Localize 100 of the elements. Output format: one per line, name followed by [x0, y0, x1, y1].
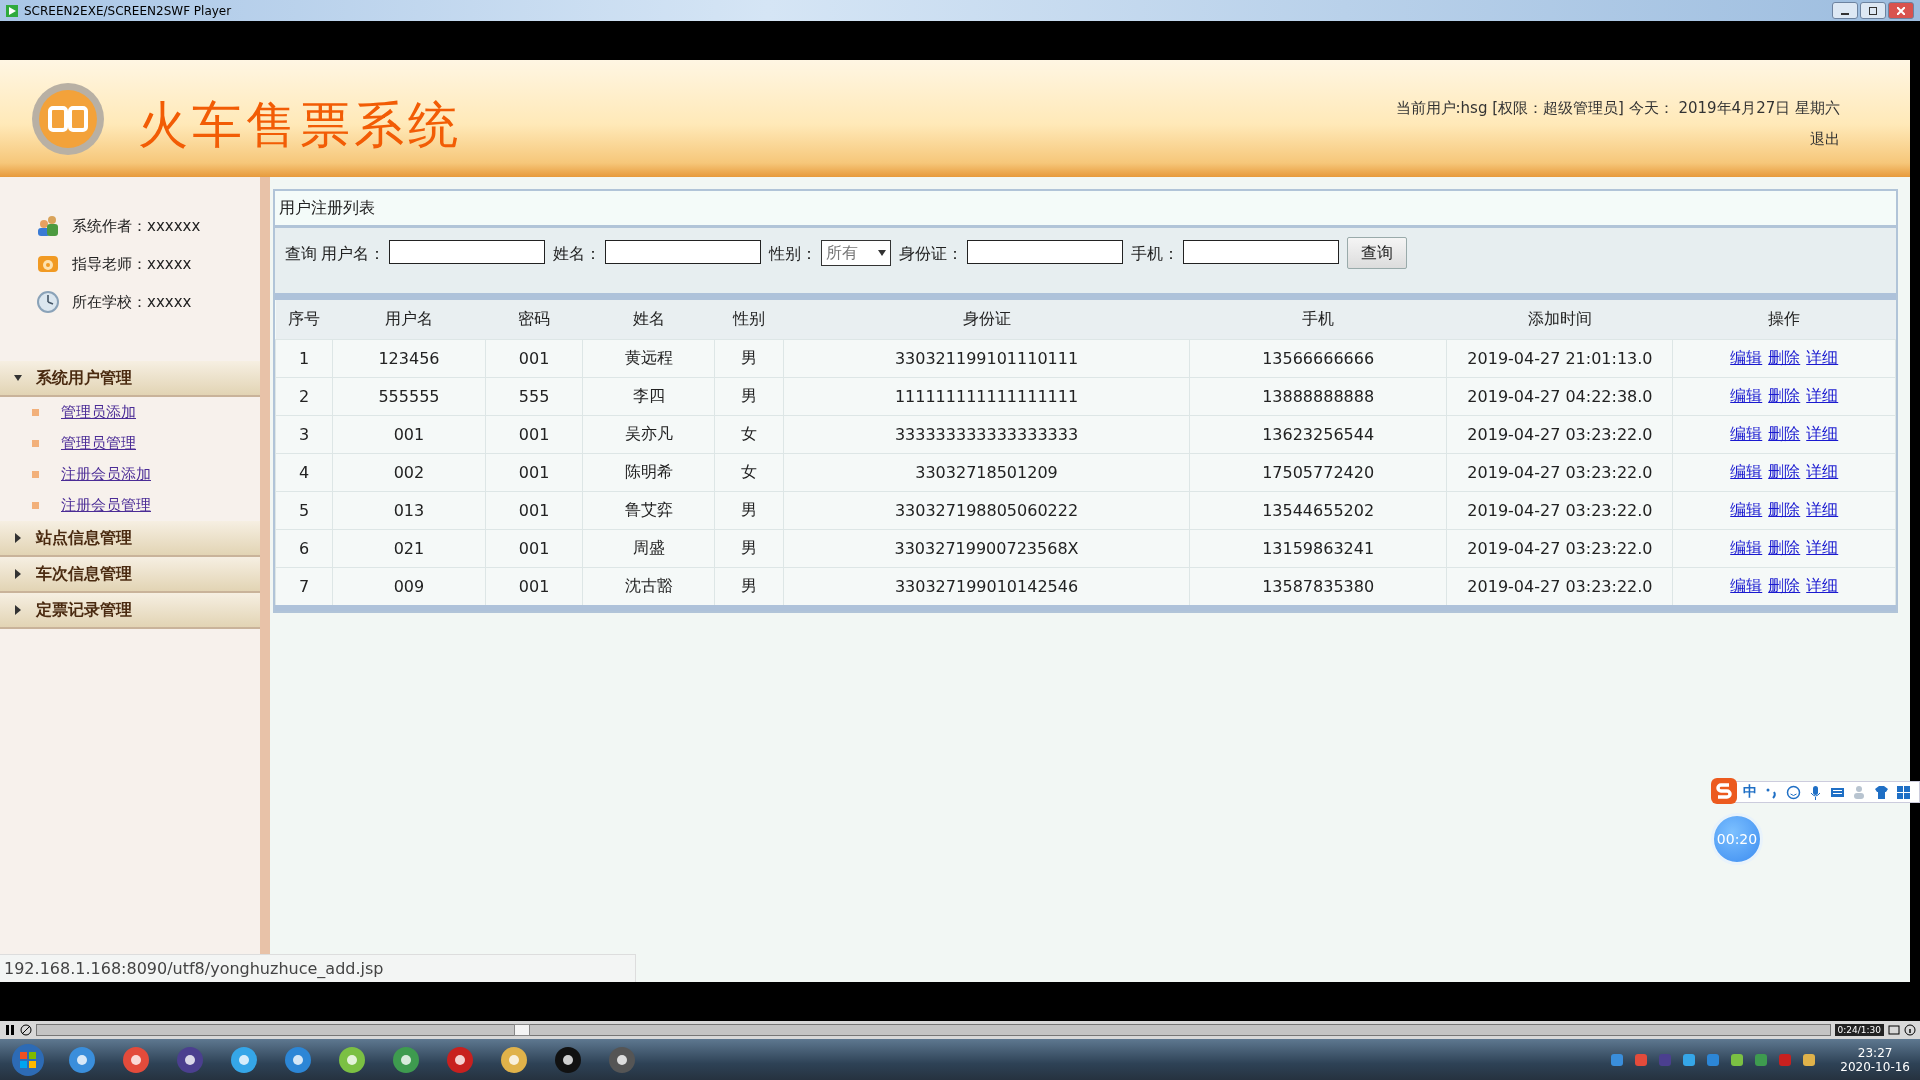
- pause-icon[interactable]: [4, 1024, 16, 1036]
- stop-icon[interactable]: [20, 1024, 32, 1036]
- close-icon: [1897, 6, 1905, 15]
- column-header: 添加时间: [1446, 300, 1673, 340]
- action-link[interactable]: 删除: [1768, 538, 1801, 557]
- table-cell: 555: [485, 377, 583, 416]
- tray-icon[interactable]: [1706, 1052, 1721, 1067]
- action-link[interactable]: 详细: [1806, 424, 1839, 443]
- tray-icon[interactable]: [1754, 1052, 1769, 1067]
- action-link[interactable]: 编辑: [1730, 538, 1763, 557]
- minimize-button[interactable]: [1832, 2, 1858, 19]
- column-header: 性别: [714, 300, 784, 340]
- field-label: 身份证：: [899, 243, 963, 265]
- action-link[interactable]: 编辑: [1730, 348, 1763, 367]
- search-button[interactable]: 查询: [1347, 237, 1407, 269]
- column-header: 序号: [275, 300, 333, 340]
- action-link[interactable]: 编辑: [1730, 386, 1763, 405]
- table-cell: 021: [332, 529, 486, 568]
- tray-icon[interactable]: [1610, 1052, 1625, 1067]
- tray-icon[interactable]: [1634, 1052, 1649, 1067]
- bullet-icon: [32, 440, 39, 447]
- action-link[interactable]: 详细: [1806, 348, 1839, 367]
- table-cell: 2019-04-27 03:23:22.0: [1446, 567, 1673, 608]
- action-link[interactable]: 详细: [1806, 386, 1839, 405]
- close-button[interactable]: [1888, 2, 1914, 19]
- status-url: 192.168.1.168:8090/utf8/yonghuzhuce_add.jsp: [4, 959, 384, 978]
- info-icon[interactable]: [1904, 1024, 1916, 1036]
- table-cell: 男: [714, 339, 784, 378]
- grid-icon[interactable]: [1896, 784, 1911, 800]
- start-button[interactable]: [10, 1041, 46, 1078]
- fullscreen-icon[interactable]: [1888, 1024, 1900, 1036]
- menu-section[interactable]: 站点信息管理: [0, 521, 260, 557]
- window-title: SCREEN2EXE/SCREEN2SWF Player: [24, 3, 232, 18]
- menu-section-label: 车次信息管理: [36, 563, 132, 585]
- menu-section[interactable]: 车次信息管理: [0, 557, 260, 593]
- action-link[interactable]: 删除: [1768, 386, 1801, 405]
- table-cell: 鲁艾弈: [582, 491, 715, 530]
- microphone-icon[interactable]: [1808, 784, 1823, 800]
- bullet-icon: [32, 409, 39, 416]
- menu-link[interactable]: 管理员管理: [61, 434, 136, 453]
- tray-icon[interactable]: [1802, 1052, 1817, 1067]
- gender-select[interactable]: 所有: [821, 240, 891, 266]
- info-text: 所在学校：xxxxx: [72, 292, 192, 312]
- menu-link[interactable]: 注册会员管理: [61, 496, 151, 515]
- table-cell: 沈古豁: [582, 567, 715, 608]
- table-cell: 009: [332, 567, 486, 608]
- input-field[interactable]: [389, 240, 545, 264]
- column-header: 密码: [485, 300, 583, 340]
- clock[interactable]: 23:27 2020-10-16: [1840, 1045, 1910, 1074]
- tray-icon[interactable]: [1682, 1052, 1697, 1067]
- menu-section[interactable]: 系统用户管理: [0, 361, 260, 397]
- action-link[interactable]: 编辑: [1730, 462, 1763, 481]
- table-cell: 黄远程: [582, 339, 715, 378]
- action-link[interactable]: 删除: [1768, 424, 1801, 443]
- user-info: 当前用户:hsg [权限：超级管理员] 今天： 2019年4月27日 星期六: [1395, 98, 1840, 118]
- maximize-button[interactable]: [1860, 2, 1886, 19]
- table-cell: 001: [485, 339, 583, 378]
- table-cell: 001: [332, 415, 486, 454]
- action-link[interactable]: 编辑: [1730, 500, 1763, 519]
- table-cell: 6: [275, 529, 333, 568]
- table-cell: 002: [332, 453, 486, 492]
- menu-link[interactable]: 注册会员添加: [61, 465, 151, 484]
- column-header: 身份证: [783, 300, 1190, 340]
- action-link[interactable]: 删除: [1768, 576, 1801, 595]
- action-link[interactable]: 删除: [1768, 348, 1801, 367]
- input-field[interactable]: [967, 240, 1123, 264]
- column-header: 用户名: [332, 300, 486, 340]
- action-link[interactable]: 编辑: [1730, 576, 1763, 595]
- table-cell: 001: [485, 453, 583, 492]
- input-field[interactable]: [1183, 240, 1339, 264]
- table-cell: 7: [275, 567, 333, 608]
- table-cell: 4: [275, 453, 333, 492]
- table-cell: 001: [485, 529, 583, 568]
- smiley-icon[interactable]: [1786, 784, 1801, 800]
- action-link[interactable]: 详细: [1806, 576, 1839, 595]
- shirt-icon[interactable]: [1874, 784, 1889, 800]
- menu-section[interactable]: 定票记录管理: [0, 593, 260, 629]
- action-link[interactable]: 详细: [1806, 462, 1839, 481]
- seek-thumb[interactable]: [514, 1024, 530, 1036]
- action-link[interactable]: 详细: [1806, 538, 1839, 557]
- action-link[interactable]: 编辑: [1730, 424, 1763, 443]
- table-cell: 33032718501209: [783, 453, 1190, 492]
- filter-label: 查询: [285, 243, 317, 265]
- input-field[interactable]: [605, 240, 761, 264]
- menu-link[interactable]: 管理员添加: [61, 403, 136, 422]
- action-link[interactable]: 删除: [1768, 462, 1801, 481]
- action-link[interactable]: 删除: [1768, 500, 1801, 519]
- input-mode[interactable]: 中: [1743, 783, 1757, 801]
- table-cell: 周盛: [582, 529, 715, 568]
- tray-icon[interactable]: [1730, 1052, 1745, 1067]
- menu-section-label: 定票记录管理: [36, 599, 132, 621]
- logout-link[interactable]: 退出: [1810, 129, 1840, 149]
- table-cell: 001: [485, 491, 583, 530]
- table-cell: 吴亦凡: [582, 415, 715, 454]
- table-cell: 2019-04-27 03:23:22.0: [1446, 453, 1673, 492]
- table-cell: 001: [485, 415, 583, 454]
- table-cell: 男: [714, 529, 784, 568]
- ime-logo-icon[interactable]: [1709, 776, 1739, 806]
- action-link[interactable]: 详细: [1806, 500, 1839, 519]
- logo-icon: [30, 80, 106, 157]
